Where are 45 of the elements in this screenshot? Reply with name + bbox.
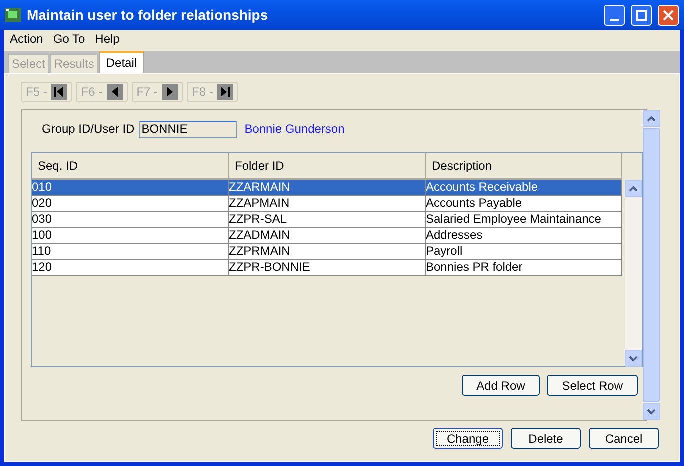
- menu-item[interactable]: Go To: [53, 30, 86, 48]
- scroll-down-button[interactable]: [625, 350, 642, 367]
- table-row[interactable]: 030 ZZPR-SAL Salaried Employee Maintainance: [32, 212, 622, 228]
- maximize-icon: [636, 10, 647, 20]
- scroll-up-button[interactable]: [625, 180, 642, 197]
- column-header[interactable]: Description: [426, 153, 622, 180]
- down-chevron-icon: [647, 408, 656, 414]
- table-row[interactable]: 010 ZZARMAIN Accounts Receivable: [32, 180, 622, 196]
- user-id-label: Group ID/User ID: [41, 121, 135, 138]
- vertical-scrollbar[interactable]: [625, 180, 642, 367]
- table-row[interactable]: 020 ZZAPMAIN Accounts Payable: [32, 196, 622, 212]
- minimize-icon: [610, 19, 619, 21]
- nav-label: F8 -: [192, 84, 214, 101]
- scroll-up-button[interactable]: [643, 110, 660, 127]
- footer-button[interactable]: Cancel: [589, 428, 659, 449]
- close-button[interactable]: [658, 4, 679, 26]
- menu-item[interactable]: Help: [95, 30, 120, 48]
- nav-label: F6 -: [81, 84, 103, 101]
- table-cell: Bonnies PR folder: [426, 260, 622, 276]
- app-icon: [5, 8, 21, 22]
- minimize-button[interactable]: [604, 4, 625, 26]
- user-id-field[interactable]: BONNIE: [138, 120, 237, 138]
- grid-action-button[interactable]: Add Row: [462, 375, 540, 396]
- tab[interactable]: Detail: [99, 51, 144, 73]
- nav-label: F7 -: [136, 84, 158, 101]
- column-header[interactable]: Seq. ID: [32, 153, 229, 180]
- footer-button[interactable]: Delete: [511, 428, 581, 449]
- table-row[interactable]: 110 ZZPRMAIN Payroll: [32, 244, 622, 260]
- menu-item[interactable]: Action: [10, 30, 44, 48]
- up-chevron-icon: [647, 116, 656, 122]
- user-name-text: Bonnie Gunderson: [244, 121, 345, 138]
- up-chevron-icon: [629, 186, 638, 192]
- table-row[interactable]: 100 ZZADMAIN Addresses: [32, 228, 622, 244]
- table-cell: 120: [32, 260, 229, 276]
- maximize-button[interactable]: [631, 4, 652, 26]
- column-header[interactable]: Folder ID: [229, 153, 426, 180]
- footer-button[interactable]: Change: [433, 428, 503, 449]
- nav-label: F5 -: [26, 84, 48, 101]
- down-chevron-icon: [629, 356, 638, 362]
- scroll-down-button[interactable]: [643, 403, 660, 420]
- grid-action-button[interactable]: Select Row: [547, 375, 638, 396]
- table-cell: ZZPR-BONNIE: [229, 260, 426, 276]
- window-title: Maintain user to folder relationships: [27, 6, 270, 25]
- close-icon: [663, 10, 674, 20]
- table-row[interactable]: 120 ZZPR-BONNIE Bonnies PR folder: [32, 260, 622, 276]
